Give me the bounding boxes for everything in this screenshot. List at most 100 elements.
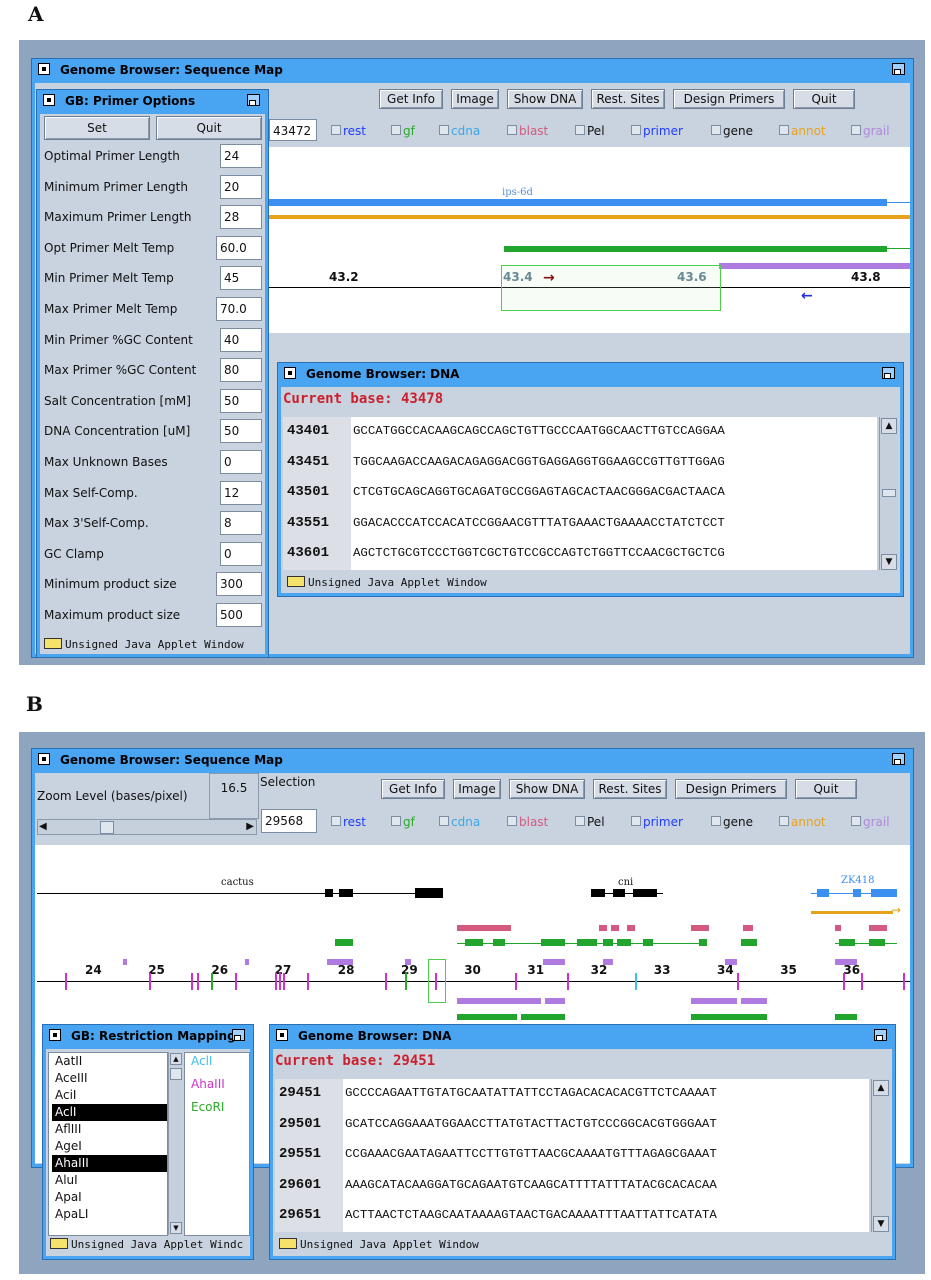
enzyme-list-item[interactable]: AciI bbox=[52, 1087, 167, 1104]
window-menu-icon[interactable] bbox=[49, 1029, 61, 1041]
track-primer-checkbox[interactable]: primer bbox=[631, 124, 683, 138]
primer-param-input[interactable]: 24 bbox=[220, 144, 262, 168]
enzyme-list-item[interactable]: AceIII bbox=[52, 1070, 167, 1087]
restriction-titlebar[interactable]: GB: Restriction Mapping bbox=[43, 1025, 253, 1047]
track-pel-checkbox[interactable]: Pel bbox=[575, 124, 605, 138]
scroll-up-icon[interactable]: ▲ bbox=[873, 1080, 889, 1096]
primer-param-input[interactable]: 500 bbox=[216, 603, 262, 627]
image-button[interactable]: Image bbox=[451, 89, 499, 109]
dna-scrollbar[interactable]: ▲ ▼ bbox=[871, 1079, 890, 1232]
selection-input[interactable]: 29568 bbox=[261, 809, 317, 833]
quit-button[interactable]: Quit bbox=[156, 116, 262, 140]
window-menu-icon[interactable] bbox=[276, 1029, 288, 1041]
dna-row-sequence[interactable]: TGGCAAGACCAAGACAGAGGACGGTGAGGAGGTGGAAGCC… bbox=[353, 455, 725, 469]
dna-row-sequence[interactable]: CTCGTGCAGCAGGTGCAGATGCCGGAGTAGCACTAACGGG… bbox=[353, 485, 725, 499]
scroll-up-icon[interactable]: ▲ bbox=[881, 418, 897, 434]
chosen-enzyme-item[interactable]: EcoRI bbox=[188, 1099, 249, 1116]
primer-param-input[interactable]: 50 bbox=[220, 419, 262, 444]
slider-left-icon[interactable]: ◀ bbox=[39, 820, 47, 834]
set-button[interactable]: Set bbox=[44, 116, 150, 140]
primer-param-input[interactable]: 20 bbox=[220, 174, 262, 199]
scroll-up-icon[interactable]: ▲ bbox=[170, 1053, 182, 1065]
maximize-icon[interactable] bbox=[882, 367, 895, 379]
track-gf-checkbox[interactable]: gf bbox=[391, 124, 415, 138]
design-primers-button[interactable]: Design Primers bbox=[675, 779, 787, 799]
enzyme-list-item[interactable]: AgeI bbox=[52, 1138, 167, 1155]
sequence-map-titlebar-a[interactable]: Genome Browser: Sequence Map bbox=[32, 59, 913, 81]
primer-param-input[interactable]: 28 bbox=[220, 205, 262, 230]
track-grail-checkbox[interactable]: grail bbox=[851, 815, 890, 829]
scroll-down-icon[interactable]: ▼ bbox=[881, 554, 897, 570]
primer-param-input[interactable]: 8 bbox=[220, 511, 262, 536]
dna-row-sequence[interactable]: AGCTCTGCGTCCCTGGTCGCTGTCCGCCAGTCTGGTTCCA… bbox=[353, 546, 725, 560]
maximize-icon[interactable] bbox=[892, 753, 905, 765]
get-info-button[interactable]: Get Info bbox=[379, 89, 443, 109]
enzyme-list-item[interactable]: AatII bbox=[52, 1053, 167, 1070]
scroll-thumb[interactable] bbox=[882, 489, 896, 497]
image-button[interactable]: Image bbox=[453, 779, 501, 799]
position-input[interactable]: 43472 bbox=[269, 119, 317, 141]
window-menu-icon[interactable] bbox=[284, 367, 296, 379]
scroll-down-icon[interactable]: ▼ bbox=[170, 1222, 182, 1234]
slider-thumb[interactable] bbox=[100, 821, 114, 834]
track-cdna-checkbox[interactable]: cdna bbox=[439, 815, 480, 829]
track-blast-checkbox[interactable]: blast bbox=[507, 124, 548, 138]
quit-button[interactable]: Quit bbox=[795, 779, 857, 799]
enzyme-list-item[interactable]: ApaLI bbox=[52, 1206, 167, 1223]
design-primers-button[interactable]: Design Primers bbox=[673, 89, 785, 109]
track-pel-checkbox[interactable]: Pel bbox=[575, 815, 605, 829]
show-dna-button[interactable]: Show DNA bbox=[509, 779, 585, 799]
track-rest-checkbox[interactable]: rest bbox=[331, 124, 366, 138]
maximize-icon[interactable] bbox=[232, 1029, 245, 1041]
dna-titlebar-b[interactable]: Genome Browser: DNA bbox=[270, 1025, 895, 1047]
dna-row-sequence[interactable]: GCATCCAGGAAATGGAACCTTATGTACTTACTGTCCCGGC… bbox=[345, 1117, 717, 1131]
primer-param-input[interactable]: 70.0 bbox=[216, 297, 262, 321]
enzyme-list-item[interactable]: ApaI bbox=[52, 1189, 167, 1206]
enzyme-list-item[interactable]: AluI bbox=[52, 1172, 167, 1189]
dna-row-sequence[interactable]: GCCCCAGAATTGTATGCAATATTATTCCTAGACACACACG… bbox=[345, 1086, 717, 1100]
track-gf-checkbox[interactable]: gf bbox=[391, 815, 415, 829]
dna-titlebar-a[interactable]: Genome Browser: DNA bbox=[278, 363, 903, 385]
sequence-map-titlebar-b[interactable]: Genome Browser: Sequence Map bbox=[32, 749, 913, 771]
primer-param-input[interactable]: 12 bbox=[220, 480, 262, 505]
primer-param-input[interactable]: 0 bbox=[220, 541, 262, 566]
enzyme-list-item[interactable]: AflIII bbox=[52, 1121, 167, 1138]
quit-button[interactable]: Quit bbox=[793, 89, 855, 109]
sequence-map-canvas-a[interactable]: ips-6d 43.2 43.4 43.6 43.8 → ← bbox=[267, 147, 910, 333]
rest-sites-button[interactable]: Rest. Sites bbox=[591, 89, 665, 109]
dna-scrollbar[interactable]: ▲ ▼ bbox=[879, 417, 898, 570]
primer-options-titlebar[interactable]: GB: Primer Options bbox=[37, 90, 268, 112]
chosen-enzyme-item[interactable]: AclI bbox=[188, 1053, 249, 1070]
enzyme-scrollbar[interactable]: ▲ ▼ bbox=[168, 1052, 183, 1235]
dna-row-sequence[interactable]: AAAGCATACAAGGATGCAGAATGTCAAGCATTTTATTTAT… bbox=[345, 1178, 717, 1192]
track-annot-checkbox[interactable]: annot bbox=[779, 124, 826, 138]
track-grail-checkbox[interactable]: grail bbox=[851, 124, 890, 138]
track-gene-checkbox[interactable]: gene bbox=[711, 124, 753, 138]
dna-row-sequence[interactable]: GGACACCCATCCACATCCGGAACGTTTATGAAACTGAAAA… bbox=[353, 516, 725, 530]
primer-param-input[interactable]: 80 bbox=[220, 358, 262, 383]
maximize-icon[interactable] bbox=[874, 1029, 887, 1041]
primer-param-input[interactable]: 50 bbox=[220, 388, 262, 413]
window-menu-icon[interactable] bbox=[43, 94, 55, 106]
enzyme-list-item[interactable]: AclI bbox=[52, 1104, 167, 1121]
primer-param-input[interactable]: 45 bbox=[220, 266, 262, 291]
rest-sites-button[interactable]: Rest. Sites bbox=[593, 779, 667, 799]
dna-row-sequence[interactable]: ACTTAACTCTAAGCAATAAAAGTAACTGACAAAATTTAAT… bbox=[345, 1208, 717, 1222]
window-menu-icon[interactable] bbox=[38, 753, 50, 765]
track-primer-checkbox[interactable]: primer bbox=[631, 815, 683, 829]
slider-right-icon[interactable]: ▶ bbox=[246, 820, 254, 834]
track-cdna-checkbox[interactable]: cdna bbox=[439, 124, 480, 138]
primer-param-input[interactable]: 60.0 bbox=[216, 235, 262, 260]
chosen-enzyme-list[interactable]: AclI AhaIII EcoRI bbox=[184, 1052, 250, 1236]
primer-param-input[interactable]: 40 bbox=[220, 327, 262, 352]
track-gene-checkbox[interactable]: gene bbox=[711, 815, 753, 829]
selection-box[interactable] bbox=[428, 959, 446, 1003]
maximize-icon[interactable] bbox=[892, 63, 905, 75]
track-annot-checkbox[interactable]: annot bbox=[779, 815, 826, 829]
track-rest-checkbox[interactable]: rest bbox=[331, 815, 366, 829]
window-menu-icon[interactable] bbox=[38, 63, 50, 75]
primer-param-input[interactable]: 0 bbox=[220, 450, 262, 474]
selection-box[interactable] bbox=[501, 265, 721, 311]
enzyme-list-item[interactable]: AhaIII bbox=[52, 1155, 167, 1172]
chosen-enzyme-item[interactable]: AhaIII bbox=[188, 1076, 249, 1093]
